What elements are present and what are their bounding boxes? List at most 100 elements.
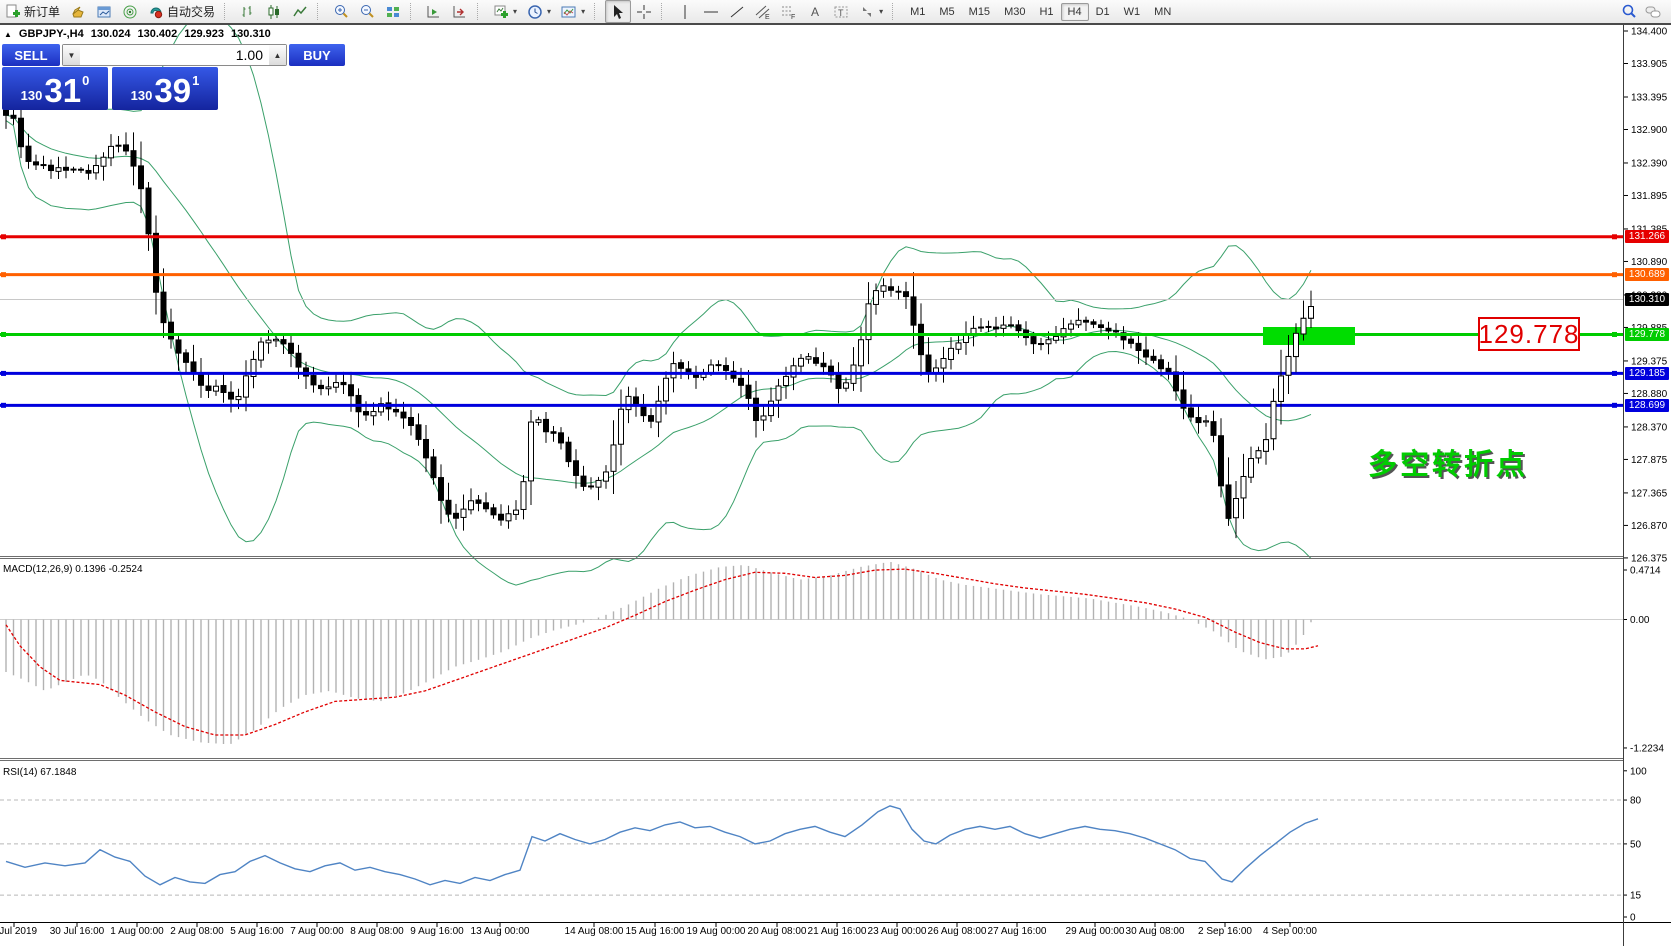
crosshair-tool-button[interactable] <box>631 0 657 23</box>
buy-quote-tile[interactable]: 130 39 1 <box>112 67 218 110</box>
candle-body <box>791 366 796 377</box>
candle-body <box>581 476 586 486</box>
fibonacci-tool-button[interactable]: F <box>776 0 802 23</box>
line-chart-button[interactable] <box>287 0 313 23</box>
zoom-in-button[interactable] <box>328 0 354 23</box>
timeframe-m5-button[interactable]: M5 <box>932 3 961 21</box>
arrows-tool-button[interactable]: ▾ <box>854 0 888 23</box>
text-label-tool-button[interactable]: T <box>828 0 854 23</box>
chat-icon[interactable] <box>1645 4 1661 20</box>
sell-quote-tile[interactable]: 130 31 0 <box>2 67 108 110</box>
tile-windows-button[interactable] <box>380 0 406 23</box>
candle-body <box>1189 408 1194 417</box>
candle-body <box>596 480 601 487</box>
candle-body <box>499 514 504 520</box>
templates-button[interactable]: ▾ <box>556 0 590 23</box>
volume-stepper: ▼ ▲ <box>62 44 287 66</box>
candle-body <box>896 291 901 292</box>
candle-body <box>86 170 91 173</box>
candle-body <box>79 169 84 170</box>
candle-body <box>1271 401 1276 438</box>
candle-body <box>671 364 676 378</box>
candle-body <box>416 425 421 440</box>
timeframe-h4-button[interactable]: H4 <box>1061 3 1089 21</box>
candle-body <box>34 162 39 165</box>
vertical-line-tool-button[interactable] <box>672 0 698 23</box>
price-callout[interactable]: 129.778 <box>1478 317 1580 351</box>
candlestick-chart-button[interactable] <box>261 0 287 23</box>
timeframe-m30-button[interactable]: M30 <box>997 3 1032 21</box>
candle-body <box>334 383 339 388</box>
new-order-button[interactable]: 新订单 <box>0 0 65 23</box>
symbol-close: 130.310 <box>231 28 271 40</box>
cursor-tool-button[interactable] <box>605 0 631 23</box>
volume-input[interactable] <box>80 45 269 65</box>
pane-separator[interactable] <box>0 556 1623 557</box>
candle-body <box>739 378 744 385</box>
candle-body <box>161 292 166 323</box>
candle-body <box>1264 440 1269 452</box>
timeframe-d1-button[interactable]: D1 <box>1089 3 1117 21</box>
text-icon: A <box>807 4 823 20</box>
market-watch-button[interactable] <box>65 0 91 23</box>
macd-label: MACD(12,26,9) 0.1396 -0.2524 <box>3 564 143 575</box>
timeframe-h1-button[interactable]: H1 <box>1032 3 1060 21</box>
dropdown-caret: ▾ <box>513 7 517 16</box>
trendline-tool-button[interactable] <box>724 0 750 23</box>
candle-body <box>274 339 279 340</box>
candle-body <box>191 362 196 373</box>
timeframe-w1-button[interactable]: W1 <box>1117 3 1148 21</box>
candle-body <box>544 419 549 431</box>
candle-body <box>559 433 564 443</box>
macd-axis-tick-label: 0.00 <box>1630 615 1650 626</box>
buy-button[interactable]: BUY <box>289 44 345 66</box>
chart-canvas[interactable]: 134.400133.905133.395132.900132.390131.8… <box>0 25 1671 946</box>
new-chart-button[interactable]: ▾ <box>488 0 522 23</box>
time-axis-label: 30 Aug 08:00 <box>1126 926 1185 937</box>
svg-text:E: E <box>765 14 770 20</box>
autotrading-button[interactable]: 自动交易 <box>143 0 220 23</box>
new-order-icon <box>5 4 21 20</box>
candle-body <box>649 416 654 422</box>
data-window-button[interactable] <box>91 0 117 23</box>
trendline-icon <box>729 4 745 20</box>
auto-scroll-icon <box>426 4 442 20</box>
text-tool-button[interactable]: A <box>802 0 828 23</box>
toolbar-separator <box>661 3 669 20</box>
candle-body <box>821 363 826 366</box>
buy-price-small: 130 <box>131 88 153 103</box>
timeframe-m15-button[interactable]: M15 <box>962 3 997 21</box>
bar-chart-button[interactable] <box>235 0 261 23</box>
search-icon[interactable] <box>1621 4 1637 20</box>
timeframe-mn-button[interactable]: MN <box>1147 3 1178 21</box>
volume-decrease-button[interactable]: ▼ <box>63 45 80 65</box>
candle-body <box>1039 344 1044 345</box>
candle-body <box>71 169 76 170</box>
candle-body <box>641 406 646 415</box>
zoom-out-button[interactable] <box>354 0 380 23</box>
auto-scroll-button[interactable] <box>421 0 447 23</box>
candle-body <box>1016 325 1021 331</box>
horizontal-line-tool-button[interactable] <box>698 0 724 23</box>
candle-body <box>124 145 129 151</box>
symbol-marker-icon: ▲ <box>4 30 12 39</box>
tile-windows-icon <box>385 4 401 20</box>
rsi-axis-tick-label: 50 <box>1630 839 1642 850</box>
timeframe-m1-button[interactable]: M1 <box>903 3 932 21</box>
sell-button[interactable]: SELL <box>2 44 60 66</box>
signals-button[interactable] <box>117 0 143 23</box>
main-toolbar: 新订单 自动交易 <box>0 0 1671 25</box>
chart-shift-button[interactable] <box>447 0 473 23</box>
volume-increase-button[interactable]: ▲ <box>269 45 286 65</box>
equidistant-channel-tool-button[interactable]: E <box>750 0 776 23</box>
price-axis-tick-label: 126.870 <box>1631 521 1668 532</box>
pane-separator[interactable] <box>0 758 1623 759</box>
candle-body <box>176 340 181 353</box>
candle-body <box>1294 333 1299 356</box>
candle-body <box>551 432 556 434</box>
turning-point-note[interactable]: 多空转折点 <box>1368 441 1528 483</box>
profiles-button[interactable]: ▾ <box>522 0 556 23</box>
equidistant-channel-icon: E <box>755 4 771 20</box>
time-axis-label: 23 Aug 00:00 <box>868 926 927 937</box>
symbol-name: GBPJPY-,H4 <box>19 28 84 40</box>
